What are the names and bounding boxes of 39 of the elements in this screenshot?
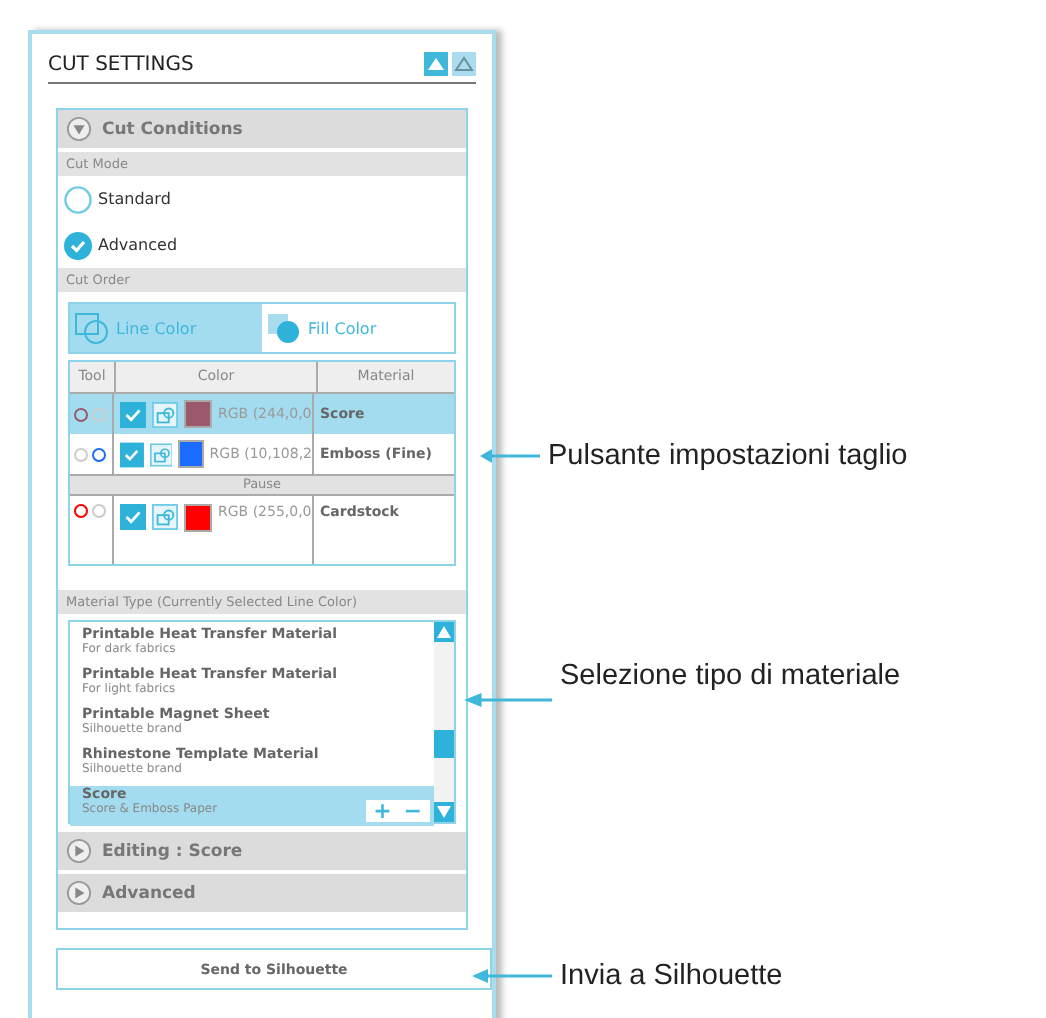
section-header[interactable]: Cut Conditions: [58, 110, 466, 148]
add-button[interactable]: +: [369, 800, 396, 822]
overlapping-squares-icon: [74, 312, 110, 344]
callout-arrow: [480, 448, 540, 464]
callout-label: Pulsante impostazioni taglio: [548, 440, 908, 472]
color-swatch[interactable]: [178, 440, 204, 468]
checkmark-icon[interactable]: [120, 401, 146, 427]
callout-arrow: [464, 692, 552, 708]
callout-label: Invia a Silhouette: [560, 960, 783, 992]
radio-label: Standard: [98, 190, 171, 208]
triangle-up-icon[interactable]: [452, 52, 476, 76]
triangle-up-icon[interactable]: [424, 52, 448, 76]
checkmark-icon[interactable]: [120, 441, 144, 467]
callout-arrow: [472, 968, 552, 984]
layers-icon[interactable]: [152, 401, 178, 427]
tool-radio[interactable]: [74, 407, 88, 421]
layers-icon[interactable]: [149, 441, 173, 467]
scroll-thumb[interactable]: [434, 730, 454, 758]
panel-title: CUT SETTINGS: [48, 53, 196, 75]
remove-button[interactable]: −: [399, 800, 426, 822]
tool-radio[interactable]: [92, 447, 106, 461]
scroll-up-icon[interactable]: [434, 622, 454, 642]
checkmark-icon[interactable]: [120, 504, 146, 530]
layers-icon[interactable]: [152, 504, 178, 530]
section-title: Cut Conditions: [102, 119, 243, 139]
radio-button[interactable]: [64, 185, 92, 213]
section-header[interactable]: Advanced: [58, 874, 466, 912]
scroll-down-icon[interactable]: [434, 802, 454, 822]
section-title: Editing : Score: [102, 841, 243, 861]
color-swatch[interactable]: [184, 400, 212, 428]
filled-circle-icon: [266, 312, 302, 344]
section-title: Advanced: [102, 883, 196, 903]
scrollbar[interactable]: [434, 622, 454, 822]
radio-label: Advanced: [98, 236, 178, 254]
tool-radio[interactable]: [74, 504, 88, 518]
color-swatch[interactable]: [184, 504, 212, 532]
checked-radio-icon[interactable]: [64, 231, 92, 259]
section-header[interactable]: Editing : Score: [58, 832, 466, 870]
callout-label: Selezione tipo di materiale: [560, 659, 901, 691]
